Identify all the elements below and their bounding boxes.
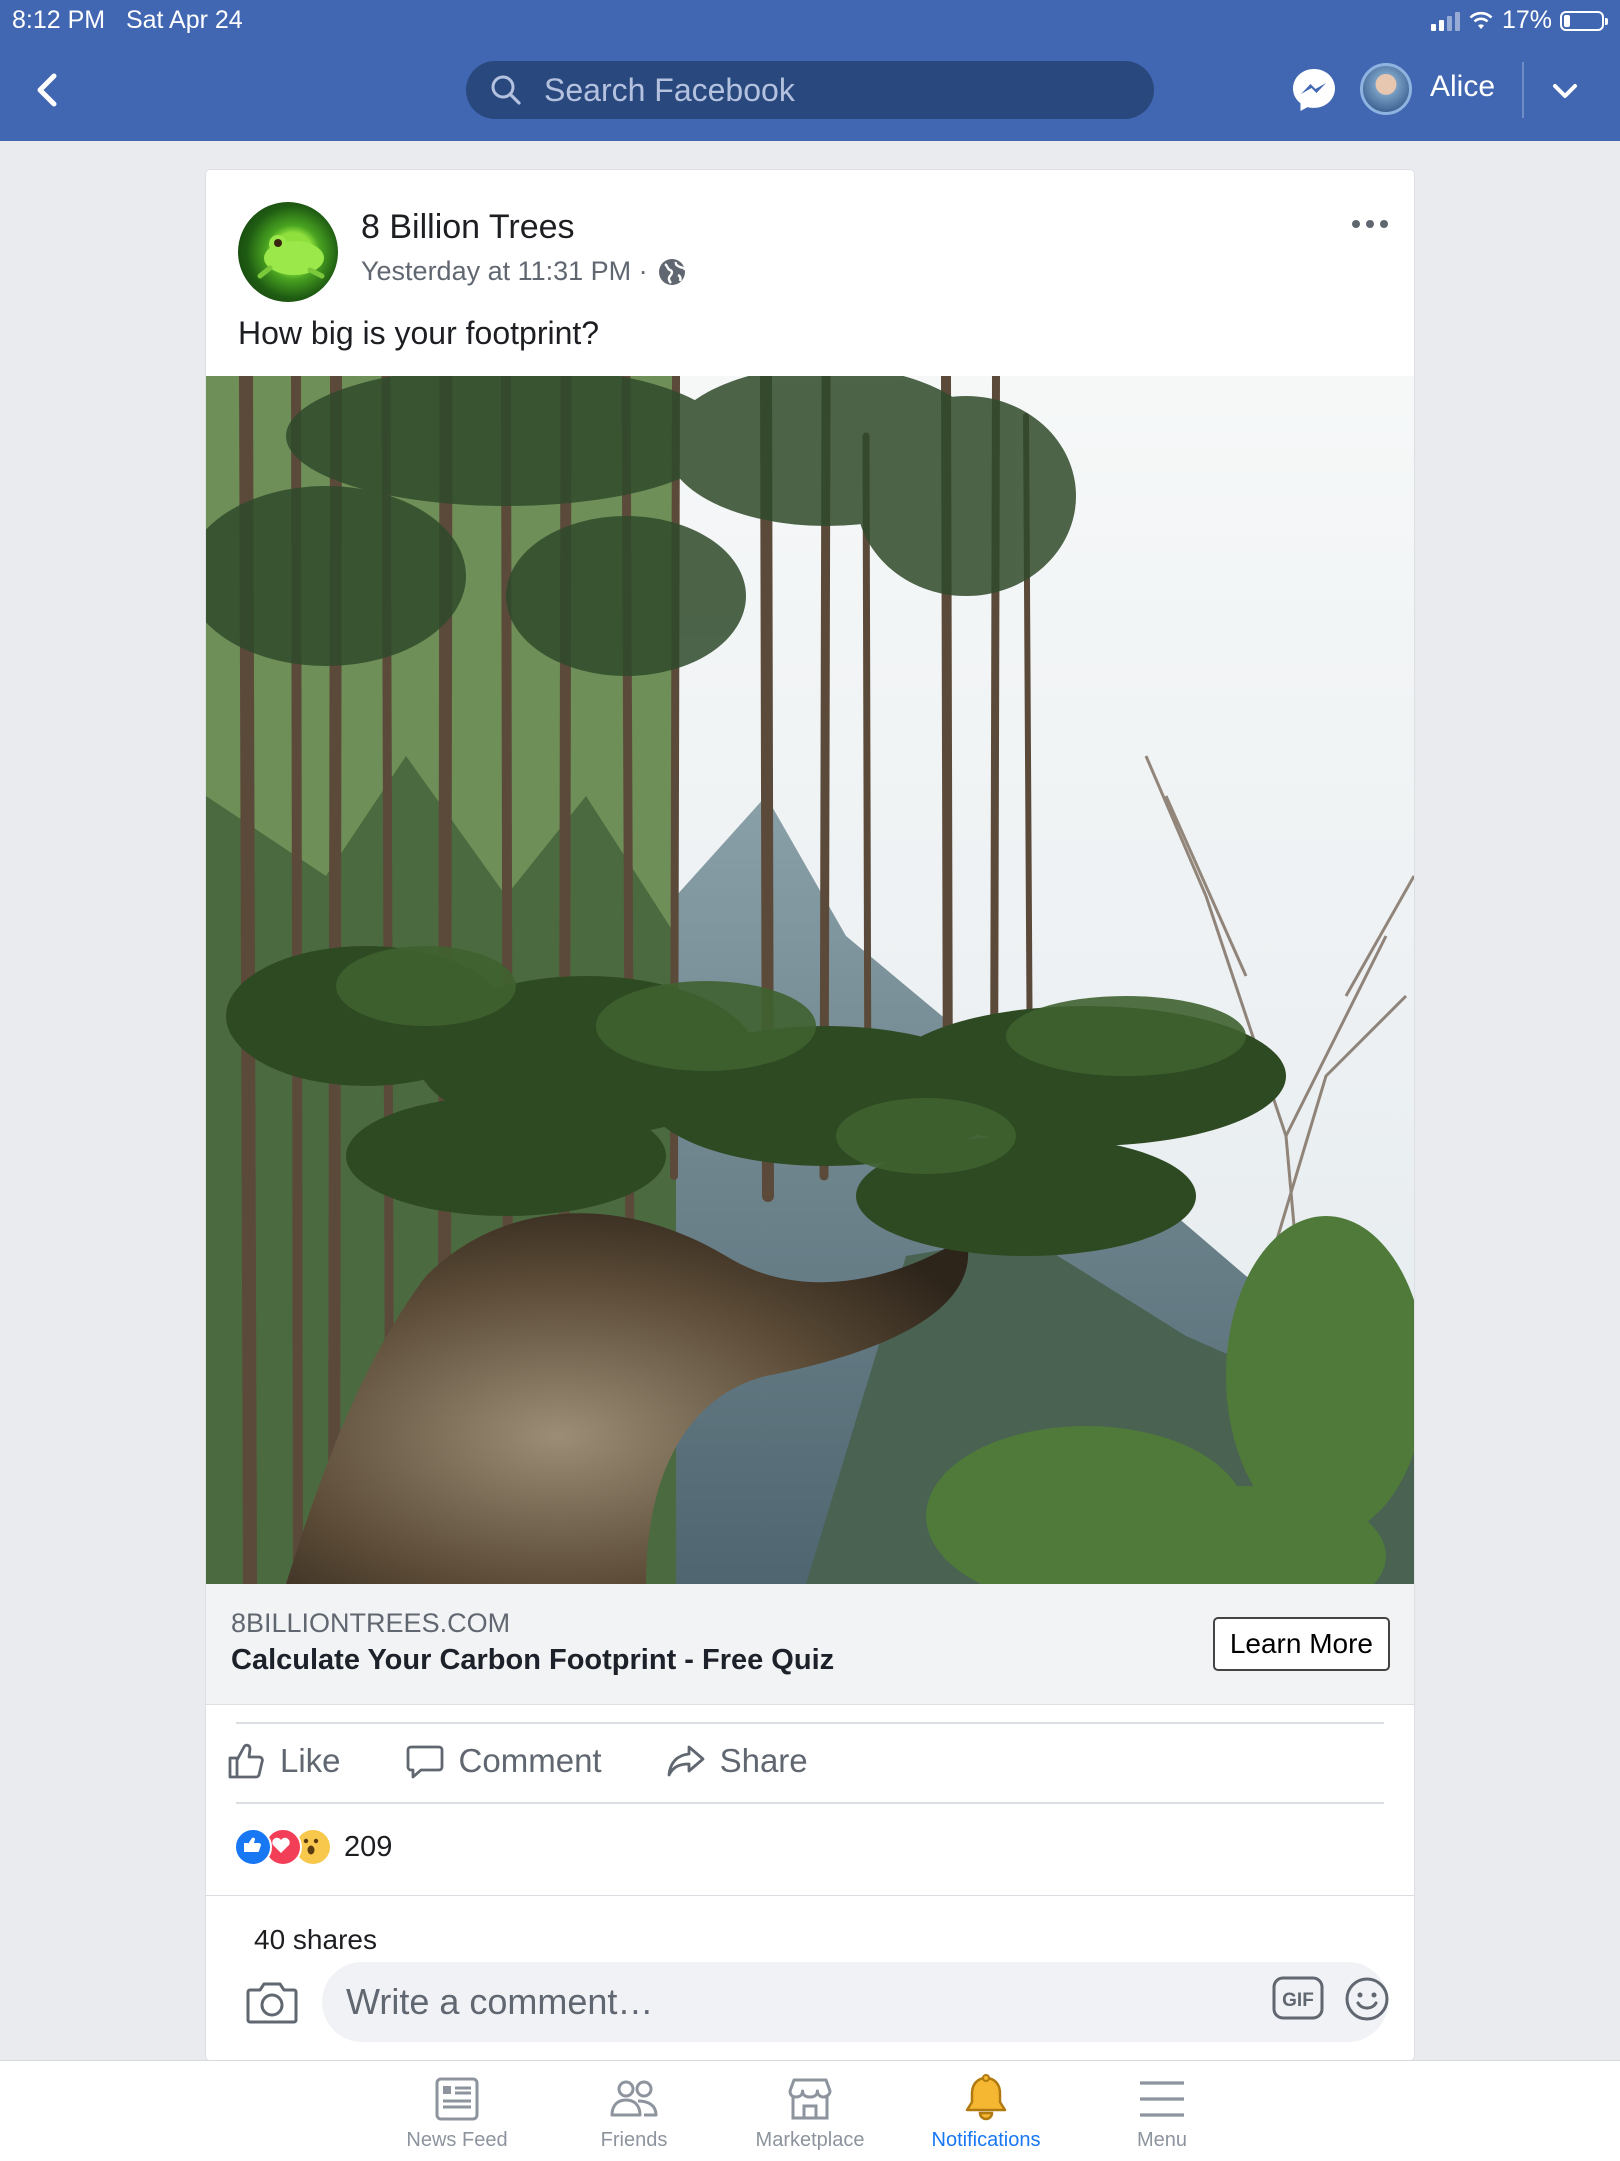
gif-icon[interactable]: GIF: [1272, 1976, 1324, 2020]
battery-percent: 17%: [1501, 6, 1552, 34]
reactions-summary[interactable]: 209: [234, 1828, 392, 1866]
comment-icon: [406, 1745, 443, 1779]
learn-more-button[interactable]: Learn More: [1212, 1617, 1390, 1671]
share-label: Share: [719, 1742, 808, 1779]
post-image[interactable]: [206, 376, 1414, 1584]
comment-input[interactable]: Write a comment…: [322, 1962, 1388, 2042]
wifi-icon: [1469, 11, 1493, 29]
divider: [206, 1895, 1414, 1896]
tab-label: Notifications: [931, 2129, 1041, 2151]
status-time: 8:12 PM: [12, 6, 106, 34]
link-domain: 8BILLIONTREES.COM: [231, 1608, 511, 1638]
marketplace-icon: [788, 2078, 832, 2120]
tab-news-feed[interactable]: News Feed: [369, 2073, 545, 2152]
comment-button[interactable]: Comment: [405, 1741, 602, 1781]
tab-menu[interactable]: Menu: [1074, 2073, 1250, 2152]
link-title: Calculate Your Carbon Footprint - Free Q…: [231, 1644, 835, 1676]
status-bar-right: 17%: [1430, 6, 1608, 35]
nav-divider: [1522, 62, 1524, 118]
page-avatar[interactable]: [238, 202, 338, 302]
back-chevron-icon[interactable]: [30, 70, 66, 110]
post-timestamp[interactable]: Yesterday at 11:31 PM ·: [361, 256, 686, 287]
bottom-tab-bar: News Feed Friends Marketplace Notificati…: [0, 2060, 1620, 2161]
post-time-text: Yesterday at 11:31 PM ·: [361, 256, 648, 286]
link-preview[interactable]: 8BILLIONTREES.COM Calculate Your Carbon …: [206, 1584, 1414, 1705]
page-name[interactable]: 8 Billion Trees: [361, 208, 575, 247]
like-reaction-icon: [234, 1828, 272, 1866]
news-feed-icon: [435, 2077, 479, 2121]
share-icon: [667, 1745, 704, 1777]
divider: [236, 1802, 1384, 1804]
tab-marketplace[interactable]: Marketplace: [722, 2073, 898, 2152]
tab-label: Marketplace: [755, 2129, 865, 2151]
status-date: Sat Apr 24: [125, 6, 243, 34]
comment-label: Comment: [458, 1742, 602, 1779]
avatar[interactable]: [1360, 63, 1412, 115]
search-placeholder: Search Facebook: [544, 71, 795, 108]
tab-friends[interactable]: Friends: [546, 2073, 722, 2152]
friends-icon: [610, 2080, 658, 2117]
battery-icon: [1560, 10, 1608, 31]
globe-icon: [658, 258, 686, 285]
reaction-count: 209: [344, 1830, 393, 1863]
emoji-icon[interactable]: [1344, 1976, 1390, 2022]
search-icon: [491, 75, 521, 105]
tab-label: Friends: [600, 2129, 668, 2151]
status-bar-time: 8:12 PM Sat Apr 24: [12, 6, 243, 35]
tab-label: Menu: [1136, 2129, 1188, 2151]
tab-notifications[interactable]: Notifications: [898, 2073, 1074, 2152]
menu-icon: [1140, 2081, 1184, 2117]
messenger-icon[interactable]: [1290, 66, 1338, 114]
search-input[interactable]: Search Facebook: [466, 61, 1154, 119]
more-options-icon[interactable]: [1350, 214, 1390, 234]
chevron-down-icon[interactable]: [1548, 74, 1582, 108]
thumbs-up-icon: [228, 1743, 264, 1779]
frog-icon: [257, 235, 325, 279]
cellular-signal-icon: [1430, 11, 1460, 31]
like-button[interactable]: Like: [226, 1741, 341, 1781]
comment-composer: Write a comment… GIF: [206, 1952, 1414, 2060]
share-button[interactable]: Share: [666, 1741, 808, 1781]
tab-label: News Feed: [406, 2129, 508, 2151]
camera-icon[interactable]: [244, 1974, 300, 2030]
svg-text:GIF: GIF: [1282, 1990, 1314, 2011]
like-label: Like: [280, 1742, 341, 1779]
bell-icon: [965, 2074, 1007, 2121]
post-actions: Like Comment Share: [226, 1723, 872, 1799]
post-text: How big is your footprint?: [238, 315, 600, 351]
user-name[interactable]: Alice: [1430, 70, 1495, 104]
top-navigation-bar: 8:12 PM Sat Apr 24 17% Search Facebook A…: [0, 0, 1620, 141]
comment-placeholder: Write a comment…: [346, 1981, 654, 2022]
post-card: 8 Billion Trees Yesterday at 11:31 PM · …: [206, 170, 1414, 2060]
